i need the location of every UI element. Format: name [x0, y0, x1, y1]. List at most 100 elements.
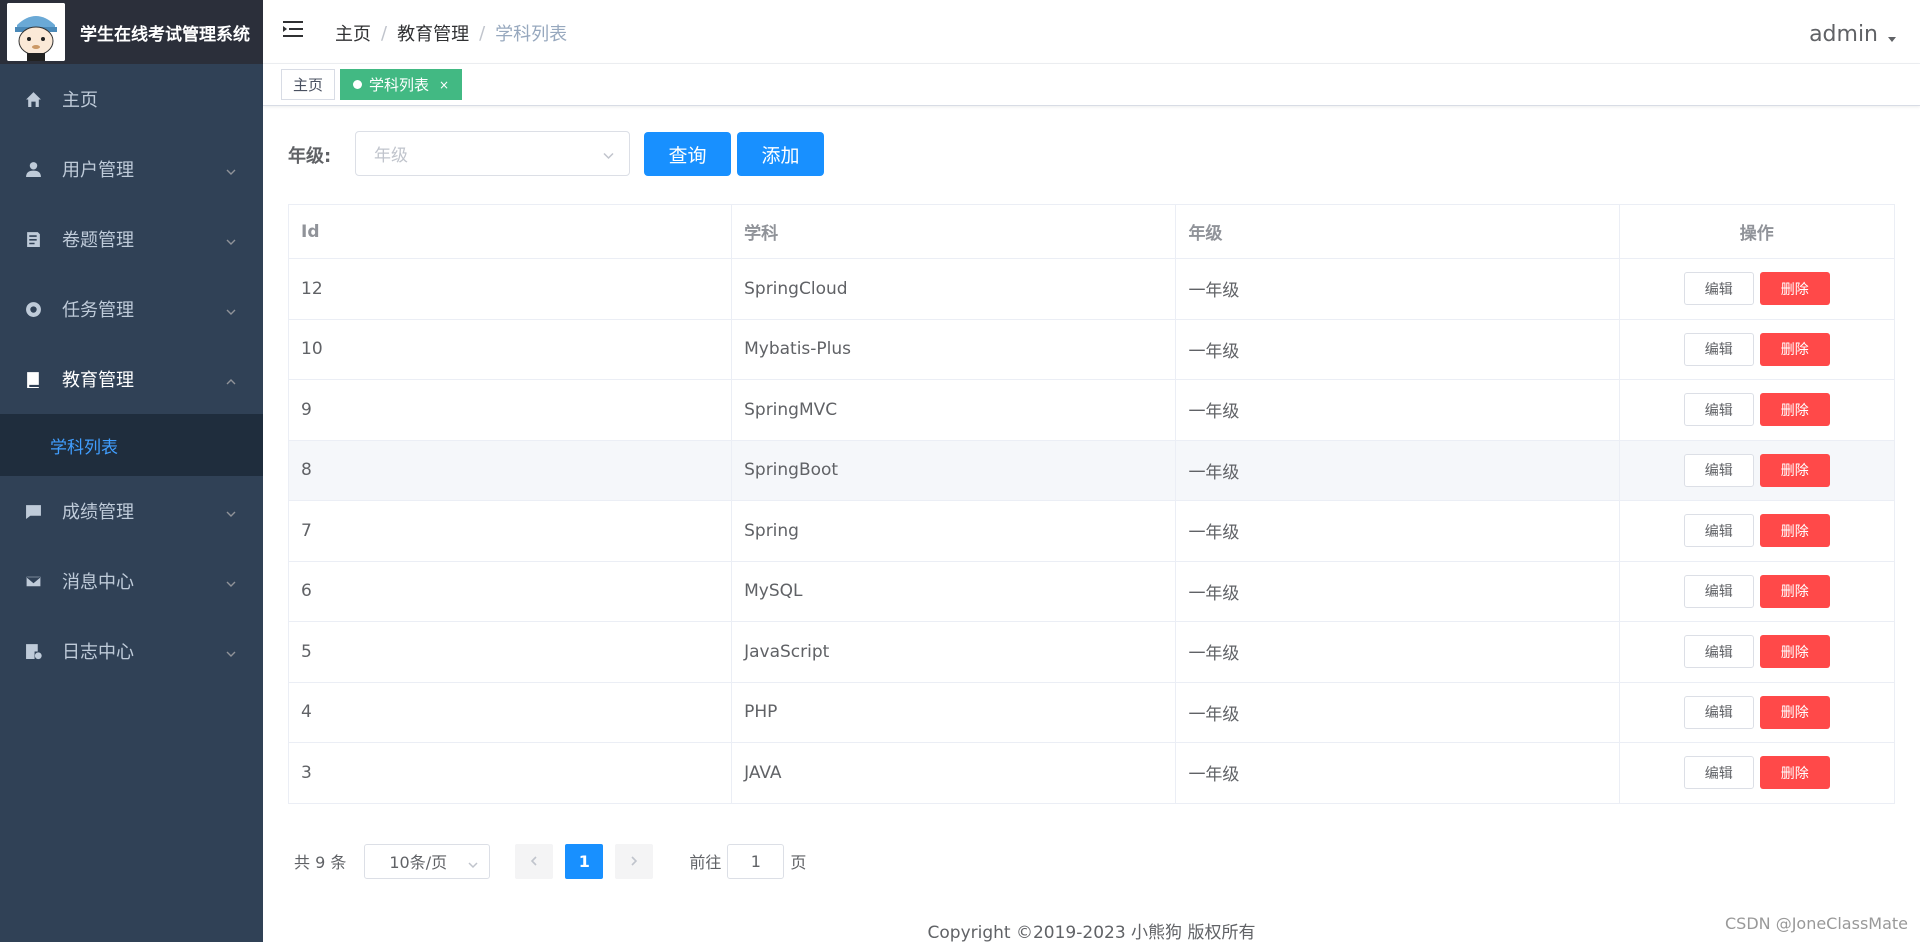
main-content: 年级: 年级 查询 添加 Id 学科 年级 操作 12 SpringCloud 一年… — [263, 106, 1920, 942]
footer-copyright: Copyright ©2019-2023 小熊狗 版权所有 — [927, 923, 1256, 942]
edit-button[interactable]: 编辑 — [1683, 695, 1754, 729]
user-dropdown[interactable]: admin — [1809, 22, 1896, 47]
delete-button[interactable]: 删除 — [1759, 332, 1830, 366]
username: admin — [1809, 22, 1878, 47]
logo-area[interactable]: 学生在线考试管理系统 — [0, 0, 263, 64]
query-button[interactable]: 查询 — [644, 132, 731, 176]
edit-button[interactable]: 编辑 — [1683, 393, 1754, 427]
edit-button[interactable]: 编辑 — [1683, 272, 1754, 306]
cell-subject: JAVA — [731, 742, 1177, 804]
goto-prefix: 前往 — [689, 853, 722, 872]
cell-subject: SpringMVC — [731, 379, 1177, 441]
cell-actions: 编辑 删除 — [1618, 500, 1896, 562]
cell-id: 6 — [287, 560, 733, 622]
goto-page: 前往 页 — [689, 843, 806, 879]
cell-actions: 编辑 删除 — [1618, 379, 1896, 441]
chevron-down-icon — [602, 147, 615, 160]
next-page-button[interactable] — [615, 843, 654, 879]
cell-subject: Mybatis-Plus — [731, 318, 1177, 380]
breadcrumb-home[interactable]: 主页 — [335, 20, 371, 46]
delete-button[interactable]: 删除 — [1759, 635, 1830, 669]
cell-id: 10 — [287, 318, 733, 380]
sidebar-subitem-subject-list[interactable]: 学科列表 — [0, 414, 263, 476]
prev-page-button[interactable] — [515, 843, 554, 879]
home-icon — [24, 90, 42, 108]
edit-button[interactable]: 编辑 — [1683, 756, 1754, 790]
chevron-down-icon — [225, 644, 237, 657]
edit-button[interactable]: 编辑 — [1683, 332, 1754, 366]
tag-subject-list[interactable]: 学科列表 × — [340, 69, 463, 100]
sidebar-item-paper-management[interactable]: 卷题管理 — [0, 204, 263, 274]
message-icon — [24, 502, 42, 520]
app-root: 学生在线考试管理系统 主页 用户管理 卷题管理 任务管理 教育管理 学科列表 成… — [0, 0, 1920, 942]
edit-button[interactable]: 编辑 — [1683, 574, 1754, 608]
active-dot-icon — [353, 80, 362, 89]
cell-actions: 编辑 删除 — [1618, 621, 1896, 683]
table-row: 5 JavaScript 一年级 编辑 删除 — [287, 621, 1896, 683]
cell-id: 5 — [287, 621, 733, 683]
goto-page-input[interactable] — [727, 843, 785, 879]
mail-icon — [24, 572, 42, 590]
close-icon[interactable]: × — [439, 78, 449, 92]
edit-button[interactable]: 编辑 — [1683, 635, 1754, 669]
pagination: 共 9 条 10条/页 1 前往 页 — [294, 843, 806, 879]
page-number-current[interactable]: 1 — [565, 843, 604, 879]
task-icon — [24, 300, 42, 318]
chevron-up-icon — [225, 372, 237, 385]
sidebar-item-log-center[interactable]: 日志中心 — [0, 616, 263, 686]
sidebar-item-user-management[interactable]: 用户管理 — [0, 134, 263, 204]
delete-button[interactable]: 删除 — [1759, 514, 1830, 548]
tag-label: 学科列表 — [369, 76, 430, 94]
delete-button[interactable]: 删除 — [1759, 695, 1830, 729]
chevron-down-icon — [225, 504, 237, 517]
sidebar-item-task-management[interactable]: 任务管理 — [0, 274, 263, 344]
sidebar-item-label: 主页 — [62, 90, 98, 111]
sidebar-item-education-management[interactable]: 教育管理 — [0, 344, 263, 414]
sidebar-item-label: 任务管理 — [62, 300, 134, 321]
sidebar-item-message-center[interactable]: 消息中心 — [0, 546, 263, 616]
add-button[interactable]: 添加 — [737, 132, 824, 176]
page-size-value: 10条/页 — [389, 853, 448, 872]
grade-filter-label: 年级: — [288, 146, 332, 167]
delete-button[interactable]: 删除 — [1759, 756, 1830, 790]
delete-button[interactable]: 删除 — [1759, 272, 1830, 306]
cell-grade: 一年级 — [1175, 258, 1620, 320]
chevron-down-icon — [225, 232, 237, 245]
chevron-down-icon — [225, 574, 237, 587]
sidebar-subitem-label: 学科列表 — [50, 437, 118, 458]
table-row: 10 Mybatis-Plus 一年级 编辑 删除 — [287, 318, 1896, 380]
cell-actions: 编辑 删除 — [1618, 560, 1896, 622]
edit-button[interactable]: 编辑 — [1683, 453, 1754, 487]
sidebar: 学生在线考试管理系统 主页 用户管理 卷题管理 任务管理 教育管理 学科列表 成… — [0, 0, 263, 942]
sidebar-item-label: 消息中心 — [62, 572, 134, 593]
edit-button[interactable]: 编辑 — [1683, 514, 1754, 548]
breadcrumb: 主页 / 教育管理 / 学科列表 — [335, 20, 567, 46]
cell-grade: 一年级 — [1175, 742, 1620, 804]
breadcrumb-education[interactable]: 教育管理 — [397, 20, 469, 46]
paper-icon — [24, 230, 42, 248]
column-header-grade: 年级 — [1175, 204, 1620, 259]
tag-home[interactable]: 主页 — [281, 69, 336, 100]
table-header-row: Id 学科 年级 操作 — [287, 204, 1896, 259]
delete-button[interactable]: 删除 — [1759, 453, 1830, 487]
hamburger-icon[interactable] — [282, 18, 304, 40]
sidebar-item-score-management[interactable]: 成绩管理 — [0, 476, 263, 546]
sidebar-item-label: 日志中心 — [62, 642, 134, 663]
cell-actions: 编辑 删除 — [1618, 681, 1896, 743]
column-header-actions: 操作 — [1618, 204, 1896, 259]
table-row: 9 SpringMVC 一年级 编辑 删除 — [287, 379, 1896, 441]
cell-subject: Spring — [731, 500, 1177, 562]
book-icon — [24, 370, 42, 388]
subject-table: Id 学科 年级 操作 12 SpringCloud 一年级 编辑 删除 10 Mybati… — [287, 204, 1896, 804]
column-header-subject: 学科 — [731, 204, 1177, 259]
delete-button[interactable]: 删除 — [1759, 393, 1830, 427]
grade-select[interactable]: 年级 — [355, 131, 630, 176]
pagination-total: 共 9 条 — [294, 853, 347, 872]
breadcrumb-current: 学科列表 — [495, 24, 568, 45]
page-size-select[interactable]: 10条/页 — [364, 843, 491, 879]
delete-button[interactable]: 删除 — [1759, 574, 1830, 608]
sidebar-item-home[interactable]: 主页 — [0, 64, 263, 134]
chevron-down-icon — [225, 162, 237, 175]
cell-id: 8 — [287, 439, 733, 501]
grade-select-placeholder: 年级 — [374, 146, 408, 166]
